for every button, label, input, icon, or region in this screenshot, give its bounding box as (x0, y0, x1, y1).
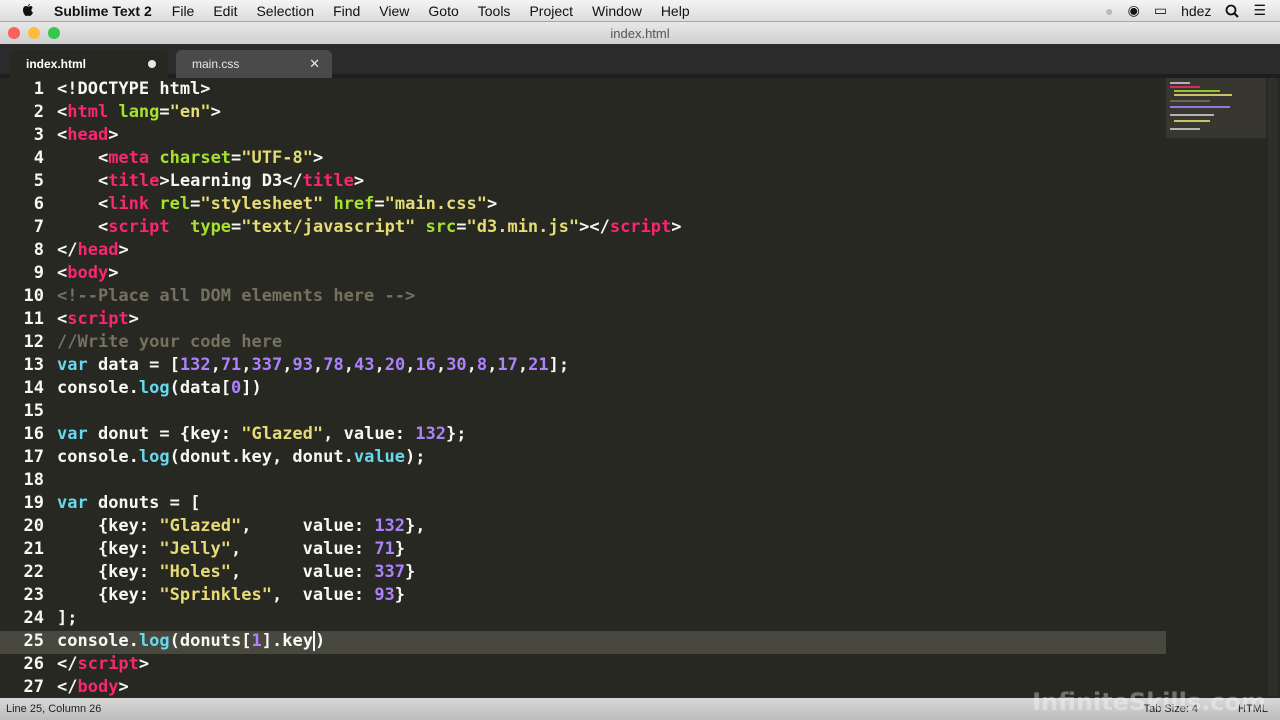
code-editor[interactable]: 1 2 3 4 5 6 7 8 9 10 11 12 13 14 15 16 17 18 19 20 21 22 23 24 2… (0, 78, 1280, 698)
tab-bar: index.html main.css ✕ (0, 44, 1280, 78)
line-number: 22 (23, 562, 44, 582)
line-number: 24 (23, 608, 44, 628)
line-number: 15 (23, 401, 44, 421)
line-number: 14 (23, 378, 44, 398)
minimize-window-button[interactable] (28, 27, 40, 39)
line-number: 13 (23, 355, 44, 375)
line-number: 7 (33, 217, 44, 237)
code-line: var data = [132,71,337,93,78,43,20,16,30… (57, 355, 570, 375)
code-line-current: console.log(donuts[1].key) (57, 631, 326, 651)
code-line: //Write your code here (57, 332, 283, 352)
code-line: {key: "Jelly", value: 71} (57, 539, 406, 559)
menu-find[interactable]: Find (333, 3, 360, 19)
code-area[interactable]: <!DOCTYPE html> <html lang="en"> <head> … (57, 78, 1167, 699)
menu-tools[interactable]: Tools (478, 3, 511, 19)
line-number: 12 (23, 332, 44, 352)
zoom-window-button[interactable] (48, 27, 60, 39)
window-title: index.html (610, 25, 670, 41)
notification-icon[interactable]: ● (1105, 3, 1113, 19)
close-tab-icon[interactable]: ✕ (309, 56, 320, 72)
username[interactable]: hdez (1181, 3, 1211, 19)
minimap[interactable] (1166, 78, 1266, 138)
app-name-menu[interactable]: Sublime Text 2 (54, 3, 152, 19)
tab-label: index.html (26, 57, 87, 71)
window-titlebar: index.html (0, 22, 1280, 44)
code-line: <body> (57, 263, 119, 283)
text-caret (312, 631, 315, 651)
vertical-scrollbar[interactable] (1268, 78, 1278, 696)
code-line: {key: "Sprinkles", value: 93} (57, 585, 406, 605)
tab-main-css[interactable]: main.css ✕ (176, 50, 332, 78)
menu-bar: Sublime Text 2 File Edit Selection Find … (0, 0, 1280, 22)
menu-file[interactable]: File (172, 3, 195, 19)
line-number: 21 (23, 539, 44, 559)
line-number-gutter: 1 2 3 4 5 6 7 8 9 10 11 12 13 14 15 16 17 18 19 20 21 22 23 24 2… (0, 78, 44, 699)
code-line: var donut = {key: "Glazed", value: 132}; (57, 424, 467, 444)
code-line: <link rel="stylesheet" href="main.css"> (57, 194, 498, 214)
menu-goto[interactable]: Goto (428, 3, 458, 19)
code-line: <!DOCTYPE html> (57, 79, 211, 99)
line-number: 20 (23, 516, 44, 536)
audio-icon[interactable]: ◉ (1128, 2, 1140, 19)
line-number: 1 (33, 79, 44, 99)
line-number: 19 (23, 493, 44, 513)
line-number: 27 (23, 677, 44, 697)
menu-help[interactable]: Help (661, 3, 690, 19)
line-number: 16 (23, 424, 44, 444)
code-line: var donuts = [ (57, 493, 201, 513)
tab-label: main.css (192, 57, 240, 71)
line-number: 6 (33, 194, 44, 214)
line-number: 18 (23, 470, 44, 490)
line-number: 10 (23, 286, 44, 306)
code-line: <head> (57, 125, 119, 145)
code-line: console.log(donut.key, donut.value); (57, 447, 426, 467)
code-line: <meta charset="UTF-8"> (57, 148, 324, 168)
line-number: 25 (23, 631, 44, 651)
line-number: 23 (23, 585, 44, 605)
code-line: <script type="text/javascript" src="d3.m… (57, 217, 682, 237)
menu-selection[interactable]: Selection (256, 3, 314, 19)
line-number: 4 (33, 148, 44, 168)
code-line: <title>Learning D3</title> (57, 171, 365, 191)
line-number: 3 (33, 125, 44, 145)
menu-view[interactable]: View (379, 3, 409, 19)
code-line: </script> (57, 654, 150, 674)
code-line: {key: "Glazed", value: 132}, (57, 516, 426, 536)
tab-index-html[interactable]: index.html (10, 50, 168, 78)
code-line: ]; (57, 608, 78, 628)
code-line: <script> (57, 309, 139, 329)
code-line: {key: "Holes", value: 337} (57, 562, 416, 582)
cursor-position: Line 25, Column 26 (6, 703, 102, 715)
code-line: <!--Place all DOM elements here --> (57, 286, 416, 306)
menu-edit[interactable]: Edit (213, 3, 237, 19)
line-number: 11 (23, 309, 44, 329)
apple-icon[interactable] (20, 3, 36, 19)
watermark-logo: InfiniteSkills.com (1032, 688, 1266, 716)
line-number: 2 (33, 102, 44, 122)
code-line: <html lang="en"> (57, 102, 221, 122)
line-number: 9 (33, 263, 44, 283)
code-line: </body> (57, 677, 129, 697)
menu-project[interactable]: Project (529, 3, 573, 19)
menu-window[interactable]: Window (592, 3, 642, 19)
code-line: console.log(data[0]) (57, 378, 262, 398)
line-number: 5 (33, 171, 44, 191)
display-icon[interactable]: ▭ (1154, 2, 1167, 19)
line-number: 8 (33, 240, 44, 260)
modified-dot-icon[interactable] (148, 60, 156, 68)
line-number: 26 (23, 654, 44, 674)
code-line: </head> (57, 240, 129, 260)
search-icon[interactable] (1225, 4, 1240, 18)
close-window-button[interactable] (8, 27, 20, 39)
line-number: 17 (23, 447, 44, 467)
list-icon[interactable]: ☰ (1253, 2, 1266, 19)
